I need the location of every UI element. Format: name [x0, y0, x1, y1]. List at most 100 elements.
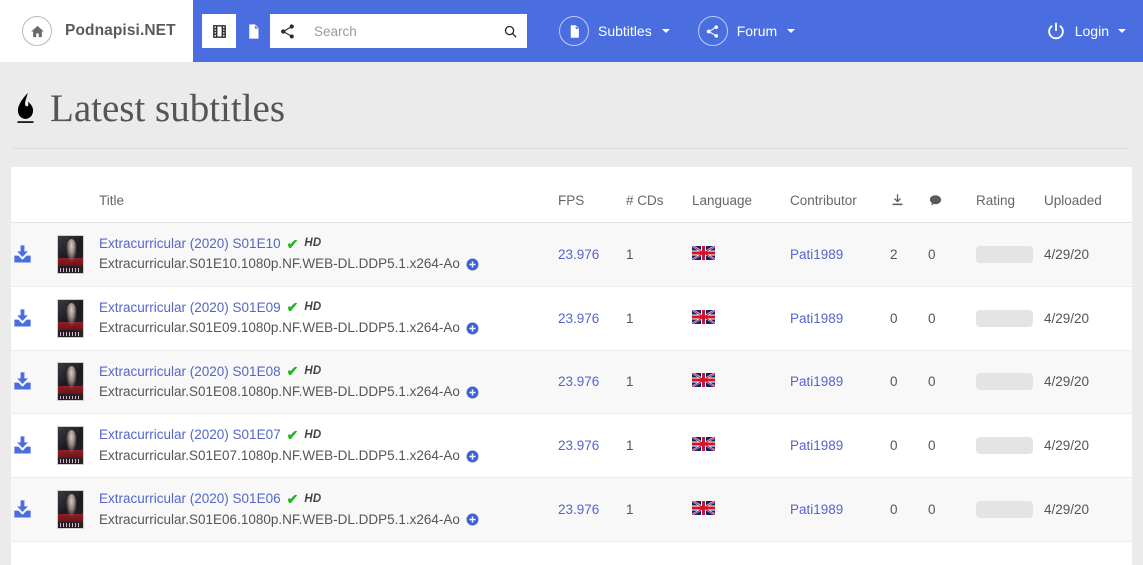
row-download-cell [11, 478, 57, 542]
row-thumbnail-cell [57, 414, 99, 478]
verified-icon: ✔ [286, 363, 299, 380]
subtitle-title-link[interactable]: Extracurricular (2020) S01E07 [99, 425, 281, 445]
power-icon [1047, 22, 1064, 40]
row-thumbnail-cell [57, 222, 99, 286]
nav-item-forum-label: Forum [736, 23, 778, 39]
release-name: Extracurricular.S01E09.1080p.NF.WEB-DL.D… [99, 320, 460, 336]
row-language-cell [692, 286, 790, 350]
download-icon[interactable] [11, 243, 34, 266]
row-title-cell: Extracurricular (2020) S01E09 ✔ HD Extracur… [99, 286, 558, 350]
fps-link[interactable]: 23.976 [558, 311, 599, 326]
title-line: Extracurricular (2020) S01E09 ✔ HD [99, 298, 558, 318]
rating-bar[interactable] [976, 437, 1033, 455]
film-icon[interactable] [202, 14, 236, 48]
contributor-link[interactable]: Pati1989 [790, 247, 843, 262]
search-icon[interactable] [491, 14, 527, 48]
download-icon[interactable] [11, 434, 34, 457]
fps-link[interactable]: 23.976 [558, 374, 599, 389]
subtitle-title-link[interactable]: Extracurricular (2020) S01E08 [99, 362, 281, 382]
search-input[interactable] [304, 14, 491, 48]
col-language[interactable]: Language [692, 166, 790, 223]
row-comments-cell: 0 [928, 310, 936, 326]
contributor-link[interactable]: Pati1989 [790, 502, 843, 517]
title-line: Extracurricular (2020) S01E06 ✔ HD [99, 489, 558, 509]
hd-badge: HD [304, 237, 322, 250]
row-cds-cell: 1 [626, 310, 634, 326]
col-contributor[interactable]: Contributor [790, 166, 890, 223]
fps-link[interactable]: 23.976 [558, 502, 599, 517]
nav-item-subtitles[interactable]: Subtitles [545, 0, 684, 62]
col-downloads[interactable] [890, 166, 928, 223]
rating-bar[interactable] [976, 373, 1033, 391]
row-contributor-cell: Pati1989 [790, 286, 890, 350]
contributor-link[interactable]: Pati1989 [790, 438, 843, 453]
subtitles-table: Title FPS # CDs Language Contributor Rat… [11, 166, 1132, 542]
row-uploaded-cell: 4/29/20 [1044, 502, 1090, 518]
rating-bar[interactable] [976, 309, 1033, 327]
col-cds[interactable]: # CDs [626, 166, 692, 223]
uk-flag-icon[interactable] [692, 501, 715, 516]
row-downloads-cell: 0 [890, 502, 898, 518]
expand-plus-icon[interactable] [466, 513, 479, 526]
col-fps[interactable]: FPS [558, 166, 626, 223]
brand-home-link[interactable]: Podnapisi.NET [0, 0, 193, 62]
col-download [11, 166, 57, 223]
uk-flag-icon[interactable] [692, 245, 715, 260]
expand-plus-icon[interactable] [466, 322, 479, 335]
col-comments[interactable] [928, 166, 976, 223]
release-line: Extracurricular.S01E09.1080p.NF.WEB-DL.D… [99, 318, 558, 338]
fps-link[interactable]: 23.976 [558, 438, 599, 453]
col-rating[interactable]: Rating [976, 166, 1044, 223]
release-name: Extracurricular.S01E08.1080p.NF.WEB-DL.D… [99, 384, 460, 400]
poster-thumbnail[interactable] [57, 426, 84, 466]
uk-flag-icon[interactable] [692, 309, 715, 324]
uk-flag-icon[interactable] [692, 373, 715, 388]
subtitle-title-link[interactable]: Extracurricular (2020) S01E10 [99, 234, 281, 254]
fps-link[interactable]: 23.976 [558, 247, 599, 262]
document-icon [559, 16, 589, 46]
rating-bar[interactable] [976, 501, 1033, 519]
title-line: Extracurricular (2020) S01E08 ✔ HD [99, 362, 558, 382]
row-comments-cell: 0 [928, 438, 936, 454]
row-title-cell: Extracurricular (2020) S01E10 ✔ HD Extracur… [99, 222, 558, 286]
poster-thumbnail[interactable] [57, 490, 84, 530]
table-row: Extracurricular (2020) S01E07 ✔ HD Extracur… [11, 413, 1132, 478]
search-group [202, 14, 527, 48]
row-rating-cell [976, 350, 1044, 414]
subtitle-title-link[interactable]: Extracurricular (2020) S01E06 [99, 489, 281, 509]
row-language-cell [692, 350, 790, 414]
expand-plus-icon[interactable] [466, 386, 479, 399]
col-title[interactable]: Title [99, 166, 558, 223]
uk-flag-icon[interactable] [692, 437, 715, 452]
release-name: Extracurricular.S01E07.1080p.NF.WEB-DL.D… [99, 447, 460, 463]
poster-thumbnail[interactable] [57, 298, 84, 338]
search-area [202, 14, 527, 48]
verified-icon: ✔ [286, 299, 299, 316]
document-icon[interactable] [236, 14, 270, 48]
download-icon[interactable] [11, 370, 34, 393]
table-row: Extracurricular (2020) S01E09 ✔ HD Extracur… [11, 286, 1132, 351]
expand-plus-icon[interactable] [466, 450, 479, 463]
row-rating-cell [976, 222, 1044, 286]
download-icon[interactable] [11, 307, 34, 330]
row-comments-cell: 0 [928, 246, 936, 262]
poster-thumbnail[interactable] [57, 234, 84, 274]
verified-icon: ✔ [286, 427, 299, 444]
subtitle-title-link[interactable]: Extracurricular (2020) S01E09 [99, 298, 281, 318]
expand-plus-icon[interactable] [466, 258, 479, 271]
col-thumbnail [57, 166, 99, 223]
row-cds-cell: 1 [626, 438, 634, 454]
row-uploaded-cell: 4/29/20 [1044, 438, 1090, 454]
download-icon[interactable] [11, 498, 34, 521]
share-icon[interactable] [270, 14, 304, 48]
rating-bar[interactable] [976, 245, 1033, 263]
release-name: Extracurricular.S01E10.1080p.NF.WEB-DL.D… [99, 256, 460, 272]
row-language-cell [692, 414, 790, 478]
nav-item-forum[interactable]: Forum [684, 0, 809, 62]
login-menu[interactable]: Login [1031, 0, 1126, 62]
col-uploaded[interactable]: Uploaded [1044, 166, 1132, 223]
contributor-link[interactable]: Pati1989 [790, 311, 843, 326]
title-line: Extracurricular (2020) S01E10 ✔ HD [99, 234, 558, 254]
contributor-link[interactable]: Pati1989 [790, 374, 843, 389]
poster-thumbnail[interactable] [57, 362, 84, 402]
